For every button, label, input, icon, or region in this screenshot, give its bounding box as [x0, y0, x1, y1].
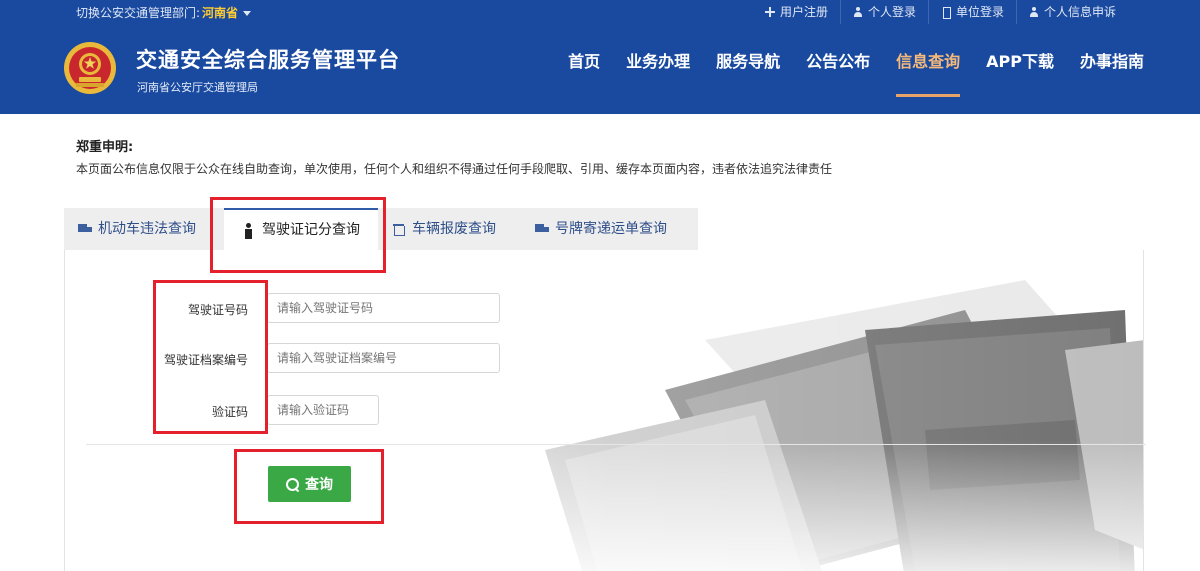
caret-down-icon[interactable] — [243, 11, 252, 16]
truck-icon — [78, 223, 92, 235]
site-header: 交通安全综合服务管理平台 河南省公安厅交通管理局 首页 业务办理 服务导航 公告… — [0, 24, 1200, 114]
highlight-box-button — [234, 449, 384, 524]
appeal-link[interactable]: 个人信息申诉 — [1015, 0, 1128, 24]
tab-vehicle-violation[interactable]: 机动车违法查询 — [78, 208, 218, 250]
site-title: 交通安全综合服务管理平台 — [136, 48, 400, 72]
nav-info-query[interactable]: 信息查询 — [896, 24, 961, 114]
license-number-input[interactable] — [267, 293, 500, 323]
notice-title: 郑重申明: — [76, 140, 134, 155]
tab-label: 号牌寄递运单查询 — [555, 221, 667, 237]
police-emblem-logo — [64, 42, 116, 94]
nav-announcements[interactable]: 公告公布 — [806, 24, 870, 114]
tab-label: 车辆报废查询 — [412, 221, 496, 237]
department-switcher[interactable]: 切换公安交通管理部门: 河南省 — [76, 4, 252, 21]
account-links: 用户注册 个人登录 单位登录 个人信息申诉 — [753, 0, 1128, 24]
site-subtitle: 河南省公安厅交通管理局 — [137, 81, 258, 94]
archive-number-input[interactable] — [267, 343, 500, 373]
tab-label: 驾驶证记分查询 — [262, 222, 360, 238]
main-nav: 首页 业务办理 服务导航 公告公布 信息查询 APP下载 办事指南 — [542, 24, 1144, 114]
building-icon — [941, 7, 951, 19]
company-login-link[interactable]: 单位登录 — [927, 0, 1016, 24]
user-icon — [1029, 7, 1039, 17]
company-login-label: 单位登录 — [955, 5, 1004, 19]
nav-business[interactable]: 业务办理 — [626, 24, 690, 114]
personal-login-link[interactable]: 个人登录 — [839, 0, 928, 24]
person-icon — [242, 223, 256, 239]
nav-app-download[interactable]: APP下载 — [986, 24, 1054, 114]
department-switcher-label: 切换公安交通管理部门: — [76, 6, 201, 20]
captcha-input[interactable] — [267, 395, 379, 425]
tab-label: 机动车违法查询 — [98, 221, 196, 237]
nav-service-guide[interactable]: 服务导航 — [716, 24, 780, 114]
top-utility-bar: 切换公安交通管理部门: 河南省 用户注册 个人登录 单位登录 个人信息申诉 — [0, 0, 1200, 24]
highlight-box-labels — [153, 280, 268, 434]
register-link[interactable]: 用户注册 — [753, 0, 840, 24]
tab-vehicle-scrap[interactable]: 车辆报废查询 — [392, 208, 516, 250]
form-divider — [86, 444, 1146, 445]
nav-guide[interactable]: 办事指南 — [1080, 24, 1144, 114]
plus-icon — [764, 7, 775, 17]
nav-home[interactable]: 首页 — [568, 24, 600, 114]
personal-login-label: 个人登录 — [867, 5, 916, 19]
province-name[interactable]: 河南省 — [202, 6, 238, 20]
tab-plate-delivery[interactable]: 号牌寄递运单查询 — [535, 208, 695, 250]
trash-icon — [392, 223, 406, 236]
truck-icon — [535, 223, 549, 235]
tab-license-points[interactable]: 驾驶证记分查询 — [224, 208, 378, 250]
notice-text: 本页面公布信息仅限于公众在线自助查询，单次使用，任何个人和组织不得通过任何手段爬… — [76, 162, 833, 176]
user-icon — [853, 7, 863, 17]
appeal-label: 个人信息申诉 — [1043, 5, 1116, 19]
register-label: 用户注册 — [779, 5, 828, 19]
